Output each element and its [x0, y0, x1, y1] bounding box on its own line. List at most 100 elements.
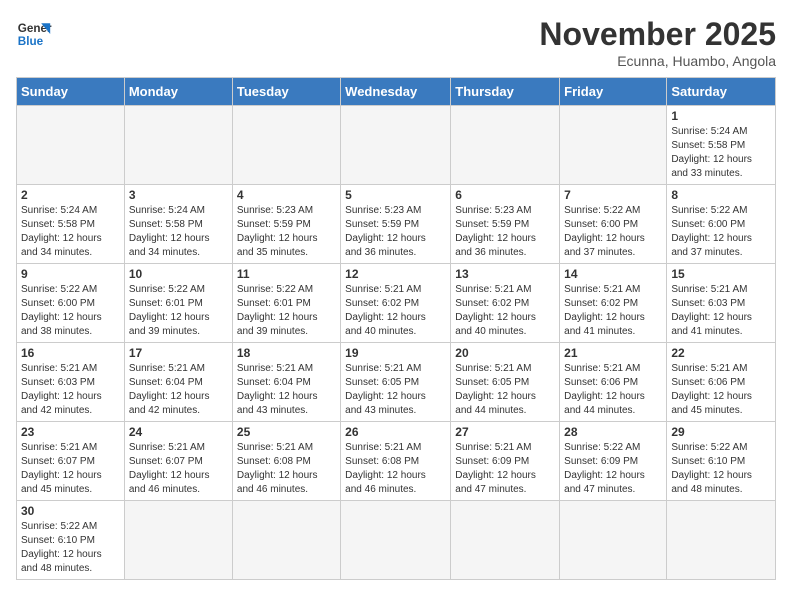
calendar-cell: [232, 501, 340, 580]
calendar-cell: [124, 106, 232, 185]
day-info: Sunrise: 5:24 AM Sunset: 5:58 PM Dayligh…: [671, 125, 771, 181]
calendar-cell: 28 Sunrise: 5:22 AM Sunset: 6:09 PM Dayli…: [560, 422, 667, 501]
day-info: Sunrise: 5:21 AM Sunset: 6:08 PM Dayligh…: [345, 441, 446, 497]
day-info: Sunrise: 5:21 AM Sunset: 6:02 PM Dayligh…: [455, 283, 555, 339]
calendar-cell: 25 Sunrise: 5:21 AM Sunset: 6:08 PM Dayli…: [232, 422, 340, 501]
calendar-cell: 26Sunrise: 5:21 AM Sunset: 6:08 PM Dayli…: [341, 422, 451, 501]
day-info: Sunrise: 5:21 AM Sunset: 6:04 PM Dayligh…: [237, 362, 336, 418]
day-info: Sunrise: 5:21 AM Sunset: 6:02 PM Dayligh…: [564, 283, 662, 339]
calendar-cell: 19Sunrise: 5:21 AM Sunset: 6:05 PM Dayli…: [341, 343, 451, 422]
day-info: Sunrise: 5:21 AM Sunset: 6:06 PM Dayligh…: [671, 362, 771, 418]
calendar-cell: [341, 106, 451, 185]
day-number: 28: [564, 425, 662, 439]
day-info: Sunrise: 5:22 AM Sunset: 6:09 PM Dayligh…: [564, 441, 662, 497]
day-number: 15: [671, 267, 771, 281]
day-info: Sunrise: 5:24 AM Sunset: 5:58 PM Dayligh…: [21, 204, 120, 260]
day-number: 16: [21, 346, 120, 360]
calendar-cell: 8 Sunrise: 5:22 AM Sunset: 6:00 PM Daylig…: [667, 185, 776, 264]
svg-text:Blue: Blue: [18, 35, 44, 48]
day-info: Sunrise: 5:22 AM Sunset: 6:01 PM Dayligh…: [237, 283, 336, 339]
weekday-header-friday: Friday: [560, 78, 667, 106]
calendar-cell: 16 Sunrise: 5:21 AM Sunset: 6:03 PM Dayli…: [17, 343, 125, 422]
calendar-cell: [232, 106, 340, 185]
day-info: Sunrise: 5:21 AM Sunset: 6:05 PM Dayligh…: [345, 362, 446, 418]
day-number: 5: [345, 188, 446, 202]
day-info: Sunrise: 5:21 AM Sunset: 6:05 PM Dayligh…: [455, 362, 555, 418]
day-info: Sunrise: 5:23 AM Sunset: 5:59 PM Dayligh…: [345, 204, 446, 260]
day-info: Sunrise: 5:21 AM Sunset: 6:03 PM Dayligh…: [21, 362, 120, 418]
calendar-week-row: 16 Sunrise: 5:21 AM Sunset: 6:03 PM Dayli…: [17, 343, 776, 422]
day-info: Sunrise: 5:21 AM Sunset: 6:08 PM Dayligh…: [237, 441, 336, 497]
month-title: November 2025: [539, 16, 776, 53]
day-info: Sunrise: 5:22 AM Sunset: 6:00 PM Dayligh…: [671, 204, 771, 260]
calendar-cell: 14 Sunrise: 5:21 AM Sunset: 6:02 PM Dayli…: [560, 264, 667, 343]
weekday-header-wednesday: Wednesday: [341, 78, 451, 106]
day-info: Sunrise: 5:21 AM Sunset: 6:03 PM Dayligh…: [671, 283, 771, 339]
calendar-week-row: 30Sunrise: 5:22 AM Sunset: 6:10 PM Dayli…: [17, 501, 776, 580]
calendar-cell: 17 Sunrise: 5:21 AM Sunset: 6:04 PM Dayli…: [124, 343, 232, 422]
day-number: 9: [21, 267, 120, 281]
weekday-header-tuesday: Tuesday: [232, 78, 340, 106]
day-number: 4: [237, 188, 336, 202]
day-info: Sunrise: 5:21 AM Sunset: 6:06 PM Dayligh…: [564, 362, 662, 418]
weekday-header-saturday: Saturday: [667, 78, 776, 106]
weekday-header-monday: Monday: [124, 78, 232, 106]
day-number: 8: [671, 188, 771, 202]
page-header: General Blue November 2025 Ecunna, Huamb…: [16, 16, 776, 69]
day-number: 10: [129, 267, 228, 281]
logo-icon: General Blue: [16, 16, 52, 52]
day-number: 13: [455, 267, 555, 281]
logo: General Blue: [16, 16, 52, 52]
calendar-table: SundayMondayTuesdayWednesdayThursdayFrid…: [16, 77, 776, 580]
calendar-cell: 22Sunrise: 5:21 AM Sunset: 6:06 PM Dayli…: [667, 343, 776, 422]
location-subtitle: Ecunna, Huambo, Angola: [539, 53, 776, 69]
calendar-cell: 18Sunrise: 5:21 AM Sunset: 6:04 PM Dayli…: [232, 343, 340, 422]
title-block: November 2025 Ecunna, Huambo, Angola: [539, 16, 776, 69]
day-info: Sunrise: 5:23 AM Sunset: 5:59 PM Dayligh…: [455, 204, 555, 260]
calendar-cell: [560, 106, 667, 185]
day-info: Sunrise: 5:21 AM Sunset: 6:09 PM Dayligh…: [455, 441, 555, 497]
day-number: 17: [129, 346, 228, 360]
calendar-cell: 13 Sunrise: 5:21 AM Sunset: 6:02 PM Dayli…: [451, 264, 560, 343]
calendar-week-row: 2Sunrise: 5:24 AM Sunset: 5:58 PM Daylig…: [17, 185, 776, 264]
day-number: 29: [671, 425, 771, 439]
day-info: Sunrise: 5:21 AM Sunset: 6:07 PM Dayligh…: [129, 441, 228, 497]
day-number: 14: [564, 267, 662, 281]
day-number: 6: [455, 188, 555, 202]
calendar-cell: 23Sunrise: 5:21 AM Sunset: 6:07 PM Dayli…: [17, 422, 125, 501]
day-number: 25: [237, 425, 336, 439]
calendar-cell: [667, 501, 776, 580]
calendar-cell: [451, 106, 560, 185]
calendar-cell: 24 Sunrise: 5:21 AM Sunset: 6:07 PM Dayli…: [124, 422, 232, 501]
calendar-cell: 4Sunrise: 5:23 AM Sunset: 5:59 PM Daylig…: [232, 185, 340, 264]
calendar-week-row: 23Sunrise: 5:21 AM Sunset: 6:07 PM Dayli…: [17, 422, 776, 501]
day-number: 24: [129, 425, 228, 439]
day-number: 27: [455, 425, 555, 439]
calendar-cell: 11Sunrise: 5:22 AM Sunset: 6:01 PM Dayli…: [232, 264, 340, 343]
day-info: Sunrise: 5:22 AM Sunset: 6:00 PM Dayligh…: [21, 283, 120, 339]
day-number: 12: [345, 267, 446, 281]
calendar-cell: [560, 501, 667, 580]
calendar-cell: 3Sunrise: 5:24 AM Sunset: 5:58 PM Daylig…: [124, 185, 232, 264]
calendar-cell: [341, 501, 451, 580]
calendar-cell: 10 Sunrise: 5:22 AM Sunset: 6:01 PM Dayli…: [124, 264, 232, 343]
calendar-cell: 5 Sunrise: 5:23 AM Sunset: 5:59 PM Daylig…: [341, 185, 451, 264]
calendar-cell: [17, 106, 125, 185]
calendar-cell: 21 Sunrise: 5:21 AM Sunset: 6:06 PM Dayli…: [560, 343, 667, 422]
day-number: 21: [564, 346, 662, 360]
day-number: 7: [564, 188, 662, 202]
calendar-week-row: 9 Sunrise: 5:22 AM Sunset: 6:00 PM Daylig…: [17, 264, 776, 343]
calendar-cell: 9 Sunrise: 5:22 AM Sunset: 6:00 PM Daylig…: [17, 264, 125, 343]
calendar-cell: 30Sunrise: 5:22 AM Sunset: 6:10 PM Dayli…: [17, 501, 125, 580]
calendar-cell: 7 Sunrise: 5:22 AM Sunset: 6:00 PM Daylig…: [560, 185, 667, 264]
day-number: 30: [21, 504, 120, 518]
day-info: Sunrise: 5:21 AM Sunset: 6:02 PM Dayligh…: [345, 283, 446, 339]
day-info: Sunrise: 5:21 AM Sunset: 6:04 PM Dayligh…: [129, 362, 228, 418]
day-info: Sunrise: 5:22 AM Sunset: 6:00 PM Dayligh…: [564, 204, 662, 260]
day-number: 3: [129, 188, 228, 202]
calendar-cell: 2Sunrise: 5:24 AM Sunset: 5:58 PM Daylig…: [17, 185, 125, 264]
day-number: 20: [455, 346, 555, 360]
calendar-cell: [124, 501, 232, 580]
day-info: Sunrise: 5:22 AM Sunset: 6:01 PM Dayligh…: [129, 283, 228, 339]
calendar-cell: 29Sunrise: 5:22 AM Sunset: 6:10 PM Dayli…: [667, 422, 776, 501]
